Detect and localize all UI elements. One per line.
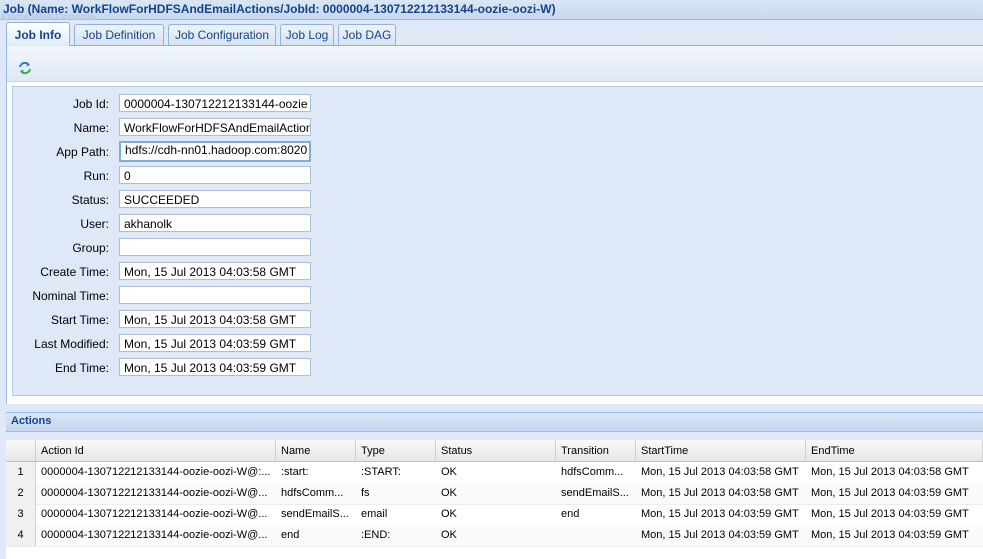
cell-action-id: 0000004-130712212133144-oozie-oozi-W@... [41, 529, 268, 541]
cell-type: fs [361, 487, 370, 499]
cell-starttime: Mon, 15 Jul 2013 04:03:59 GMT [641, 508, 799, 520]
name-field[interactable]: WorkFlowForHDFSAndEmailActions [119, 118, 311, 136]
cell-transition: sendEmailS... [561, 487, 629, 499]
table-row[interactable]: 4 0000004-130712212133144-oozie-oozi-W@.… [6, 525, 983, 547]
cell-status: OK [441, 487, 457, 499]
actions-grid: Action Id Name Type Status Transition St… [6, 440, 983, 559]
status-label: Status: [71, 193, 109, 207]
cell-endtime: Mon, 15 Jul 2013 04:03:59 GMT [811, 529, 969, 541]
create-time-label: Create Time: [40, 265, 109, 279]
cell-action-id: 0000004-130712212133144-oozie-oozi-W@... [41, 508, 268, 520]
window-titlebar: Oozie Web Console Job (Name: WorkFlowFor… [0, 0, 983, 23]
group-label: Group: [72, 241, 109, 255]
last-modified-label: Last Modified: [34, 337, 109, 351]
last-modified-field[interactable]: Mon, 15 Jul 2013 04:03:59 GMT [119, 334, 311, 352]
cell-name: sendEmailS... [281, 508, 349, 520]
column-header-endtime[interactable]: EndTime [806, 440, 983, 462]
group-field[interactable] [119, 238, 311, 256]
column-header-action-id[interactable]: Action Id [36, 440, 276, 462]
job-info-panel: Job Id: 0000004-130712212133144-oozie Na… [6, 46, 983, 404]
start-time-label: Start Time: [50, 313, 109, 327]
cell-starttime: Mon, 15 Jul 2013 04:03:58 GMT [641, 487, 799, 499]
table-row[interactable]: 1 0000004-130712212133144-oozie-oozi-W@:… [6, 462, 983, 484]
job-info-form: Job Id: 0000004-130712212133144-oozie Na… [12, 86, 983, 396]
job-id-field[interactable]: 0000004-130712212133144-oozie [119, 94, 311, 112]
cell-type: :END: [361, 529, 391, 541]
cell-status: OK [441, 529, 457, 541]
column-header-starttime[interactable]: StartTime [636, 440, 806, 462]
cell-starttime: Mon, 15 Jul 2013 04:03:58 GMT [641, 466, 799, 478]
create-time-field[interactable]: Mon, 15 Jul 2013 04:03:58 GMT [119, 262, 311, 280]
tab-job-definition[interactable]: Job Definition [74, 24, 164, 45]
user-label: User: [80, 217, 109, 231]
tab-bar: Job Info Job Definition Job Configuratio… [6, 22, 983, 46]
column-header-status[interactable]: Status [436, 440, 556, 462]
cell-action-id: 0000004-130712212133144-oozie-oozi-W@:..… [41, 466, 271, 478]
cell-transition: end [561, 508, 580, 520]
cell-transition [556, 525, 636, 546]
end-time-label: End Time: [54, 361, 109, 375]
tab-job-dag[interactable]: Job DAG [338, 24, 396, 45]
run-label: Run: [83, 169, 109, 183]
cell-name: hdfsComm... [281, 487, 344, 499]
column-header-name[interactable]: Name [276, 440, 356, 462]
row-number: 2 [6, 483, 36, 504]
status-field[interactable]: SUCCEEDED [119, 190, 311, 208]
refresh-icon[interactable] [17, 60, 33, 76]
job-id-label: Job Id: [72, 97, 109, 111]
tab-job-info[interactable]: Job Info [6, 22, 70, 46]
cell-endtime: Mon, 15 Jul 2013 04:03:59 GMT [811, 487, 969, 499]
cell-name: :start: [281, 466, 309, 478]
column-header-transition[interactable]: Transition [556, 440, 636, 462]
row-number: 4 [6, 525, 36, 546]
cell-status: OK [441, 508, 457, 520]
cell-action-id: 0000004-130712212133144-oozie-oozi-W@... [41, 487, 268, 499]
row-number: 1 [6, 462, 36, 483]
run-field[interactable]: 0 [119, 166, 311, 184]
actions-panel-header: Actions [6, 412, 983, 432]
end-time-field[interactable]: Mon, 15 Jul 2013 04:03:59 GMT [119, 358, 311, 376]
nominal-time-field[interactable] [119, 286, 311, 304]
cell-type: email [361, 508, 388, 520]
tab-job-configuration[interactable]: Job Configuration [168, 24, 276, 45]
nominal-time-label: Nominal Time: [32, 289, 109, 303]
tab-job-log[interactable]: Job Log [280, 24, 334, 45]
cell-endtime: Mon, 15 Jul 2013 04:03:58 GMT [811, 466, 969, 478]
job-info-toolbar [7, 46, 983, 82]
cell-endtime: Mon, 15 Jul 2013 04:03:59 GMT [811, 508, 969, 520]
column-header-row-number [6, 440, 36, 462]
cell-status: OK [441, 466, 457, 478]
app-path-label: App Path: [56, 145, 109, 159]
actions-title: Actions [11, 415, 52, 427]
cell-starttime: Mon, 15 Jul 2013 04:03:59 GMT [641, 529, 799, 541]
app-path-field[interactable]: hdfs://cdh-nn01.hadoop.com:8020 [119, 141, 311, 162]
cell-transition: hdfsComm... [561, 466, 624, 478]
column-header-type[interactable]: Type [356, 440, 436, 462]
start-time-field[interactable]: Mon, 15 Jul 2013 04:03:58 GMT [119, 310, 311, 328]
row-number: 3 [6, 504, 36, 525]
name-label: Name: [73, 121, 109, 135]
cell-name: end [281, 529, 300, 541]
window-title: Job (Name: WorkFlowForHDFSAndEmailAction… [3, 2, 556, 16]
table-row[interactable]: 2 0000004-130712212133144-oozie-oozi-W@.… [6, 483, 983, 505]
user-field[interactable]: akhanolk [119, 214, 311, 232]
cell-type: :START: [361, 466, 401, 478]
table-row[interactable]: 3 0000004-130712212133144-oozie-oozi-W@.… [6, 504, 983, 526]
